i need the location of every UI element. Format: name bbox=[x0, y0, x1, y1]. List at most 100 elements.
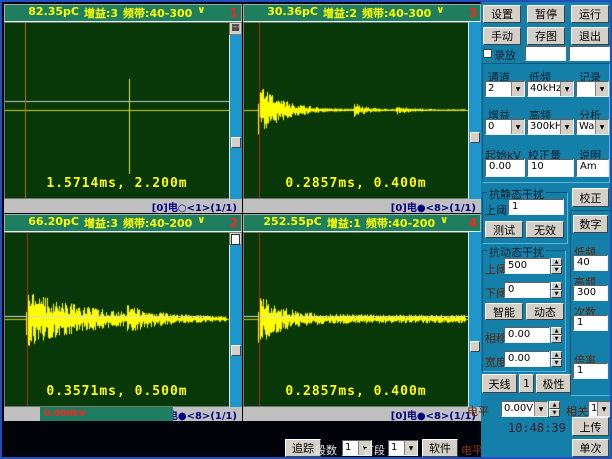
waveform-canvas[interactable] bbox=[244, 23, 468, 198]
panel-1-header: 82.35pC 增益:3 频带:40-300 ∨ 1 bbox=[4, 4, 242, 22]
amplitude-scrollbar[interactable]: ▦ bbox=[229, 22, 242, 199]
count-field[interactable]: 1 bbox=[573, 315, 608, 331]
channel-number-badge: 1 bbox=[229, 6, 238, 20]
dropdown-arrow-icon[interactable]: ▼ bbox=[534, 402, 547, 416]
invalid-button[interactable]: 无效 bbox=[526, 221, 564, 238]
correction-field[interactable]: 10 bbox=[527, 159, 574, 177]
scrollbar-thumb[interactable] bbox=[231, 345, 241, 357]
settings-button[interactable]: 设置 bbox=[483, 5, 521, 23]
width-spinner[interactable]: ▲ ▼ bbox=[551, 351, 562, 367]
upper-threshold-field[interactable]: 1 bbox=[508, 199, 564, 215]
grid-icon[interactable]: ▦ bbox=[229, 22, 242, 35]
waveform-canvas[interactable] bbox=[5, 233, 229, 406]
cursor-measurement: 0.3571ms, 0.500m bbox=[46, 384, 188, 399]
width-field[interactable]: 0.00 bbox=[504, 351, 550, 367]
dropdown-arrow-icon[interactable]: ▼ bbox=[560, 82, 573, 96]
dropdown-arrow-icon[interactable]: ▼ bbox=[595, 120, 608, 134]
startkv-field[interactable]: 0.00 bbox=[485, 159, 525, 177]
gain-setting: 增益:3 bbox=[83, 7, 119, 20]
dyn-upper-field[interactable]: 500 bbox=[504, 258, 550, 274]
exit-button[interactable]: 退出 bbox=[571, 27, 609, 45]
right-column-group: 数字 低频 40 高频 300 次数 1 倍率 1 bbox=[570, 210, 610, 396]
record-input-2[interactable] bbox=[569, 46, 610, 61]
col-lowfreq-field[interactable]: 40 bbox=[573, 255, 608, 271]
scrollbar-thumb[interactable] bbox=[231, 136, 241, 148]
level-select[interactable]: 0.00V ▼ bbox=[501, 401, 548, 417]
dyn-lower-field[interactable]: 0 bbox=[504, 282, 550, 298]
analysis-select[interactable]: Wave▼ bbox=[576, 119, 609, 135]
note-field[interactable]: Am bbox=[576, 159, 609, 177]
first-segment-select[interactable]: 1 ▼ bbox=[388, 440, 418, 456]
app-window: 82.35pC 增益:3 频带:40-300 ∨ 1 1.5714ms, 2.2… bbox=[0, 0, 612, 459]
phase-spinner[interactable]: ▲ ▼ bbox=[551, 327, 562, 343]
pause-button[interactable]: 暂停 bbox=[527, 5, 565, 23]
amplitude-scrollbar[interactable] bbox=[468, 232, 481, 407]
manual-button[interactable]: 手动 bbox=[483, 27, 521, 45]
scrollbar-track[interactable] bbox=[468, 22, 481, 199]
dropdown-arrow-icon[interactable]: ▼ bbox=[560, 120, 573, 134]
waveform-display[interactable]: 1.5714ms, 2.200m bbox=[4, 22, 229, 199]
save-image-button[interactable]: 存图 bbox=[527, 27, 565, 45]
dyn-lower-spinner[interactable]: ▲ ▼ bbox=[551, 282, 562, 298]
record-input-1[interactable] bbox=[525, 46, 566, 61]
gain-setting: 增益:3 bbox=[83, 217, 119, 230]
record-play-checkbox[interactable] bbox=[483, 49, 492, 58]
correlation-select[interactable]: 1 ▼ bbox=[588, 401, 610, 417]
smart-button[interactable]: 智能 bbox=[485, 303, 523, 320]
chevron-down-icon[interactable]: ∨ bbox=[197, 215, 205, 231]
channel-select[interactable]: 2 ▼ bbox=[485, 81, 525, 97]
dropdown-arrow-icon[interactable]: ▼ bbox=[597, 402, 610, 416]
scrollbar-thumb[interactable] bbox=[470, 131, 480, 143]
scrollbar-track[interactable] bbox=[468, 232, 481, 407]
col-highfreq-field[interactable]: 300 bbox=[573, 285, 608, 301]
amplitude-scrollbar[interactable] bbox=[229, 232, 242, 407]
channel-number-badge: 3 bbox=[468, 6, 477, 20]
panel-2-header: 66.20pC 增益:3 频带:40-200 ∨ 2 bbox=[4, 214, 242, 232]
waveform-display[interactable]: 0.2857ms, 0.400m bbox=[243, 22, 468, 199]
scrollbar-thumb[interactable] bbox=[470, 340, 480, 352]
test-button[interactable]: 测试 bbox=[485, 221, 523, 238]
digital-button[interactable]: 数字 bbox=[573, 215, 608, 233]
scrollbar-track[interactable] bbox=[229, 35, 242, 199]
dropdown-arrow-icon[interactable]: ▼ bbox=[404, 441, 417, 455]
polarity-button[interactable]: 极性 bbox=[536, 374, 571, 393]
phase-field[interactable]: 0.00 bbox=[504, 327, 550, 343]
dynamic-button[interactable]: 动态 bbox=[526, 303, 564, 320]
single-button[interactable]: 单次 bbox=[572, 439, 609, 457]
dropdown-arrow-icon[interactable]: ▼ bbox=[595, 82, 608, 96]
dropdown-arrow-icon[interactable]: ▼ bbox=[511, 120, 524, 134]
file-icon[interactable] bbox=[229, 232, 242, 245]
chevron-down-icon[interactable]: ∨ bbox=[436, 5, 444, 21]
ratio-field[interactable]: 1 bbox=[573, 363, 608, 379]
antenna-button[interactable]: 天线 bbox=[482, 374, 517, 393]
lowfreq-select[interactable]: 40kHz ▼ bbox=[527, 81, 574, 97]
gain-select[interactable]: 0 ▼ bbox=[485, 119, 525, 135]
panel-3-status-bar: [0]电●<8>(1/1) bbox=[243, 199, 481, 214]
waveform-panel-4: 252.55pC 增益:1 频带:40-200 ∨ 4 0.2857ms, 0.… bbox=[243, 214, 481, 422]
chevron-down-icon[interactable]: ∨ bbox=[197, 5, 205, 21]
software-button[interactable]: 软件 bbox=[422, 439, 458, 457]
waveform-canvas[interactable] bbox=[5, 23, 229, 198]
antenna-value[interactable]: 1 bbox=[519, 374, 534, 393]
waveform-display[interactable]: 0.3571ms, 0.500m bbox=[4, 232, 229, 407]
cursor-measurement: 1.5714ms, 2.200m bbox=[46, 176, 188, 191]
highfreq-select[interactable]: 300kHz▼ bbox=[527, 119, 574, 135]
channel-number-badge: 2 bbox=[229, 216, 238, 230]
dropdown-arrow-icon[interactable]: ▼ bbox=[511, 82, 524, 96]
level-spinner[interactable]: ▲ ▼ bbox=[549, 401, 560, 417]
scrollbar-track[interactable] bbox=[229, 245, 242, 407]
anti-static-group: 抗静态干扰 上阈 1 测试 无效 bbox=[482, 186, 568, 244]
amplitude-scrollbar[interactable] bbox=[468, 22, 481, 199]
run-button[interactable]: 运行 bbox=[571, 5, 609, 23]
waveform-canvas[interactable] bbox=[244, 233, 468, 406]
band-setting: 频带:40-300 bbox=[123, 7, 193, 20]
dyn-upper-spinner[interactable]: ▲ ▼ bbox=[551, 258, 562, 274]
record-select[interactable]: ▼ bbox=[576, 81, 609, 97]
gain-setting: 增益:1 bbox=[326, 217, 361, 230]
calibrate-button[interactable]: 校正 bbox=[572, 188, 609, 207]
upload-button[interactable]: 上传 bbox=[572, 417, 609, 436]
cursor-measurement: 0.2857ms, 0.400m bbox=[285, 384, 427, 399]
anti-dynamic-group: 抗动态干扰 上阈 500 ▲ ▼ 下阈 0 ▲ ▼ 智能 动态 相移 0.00 ▲ ▼… bbox=[482, 244, 566, 372]
chevron-down-icon[interactable]: ∨ bbox=[440, 215, 448, 231]
waveform-display[interactable]: 0.2857ms, 0.400m bbox=[243, 232, 468, 407]
